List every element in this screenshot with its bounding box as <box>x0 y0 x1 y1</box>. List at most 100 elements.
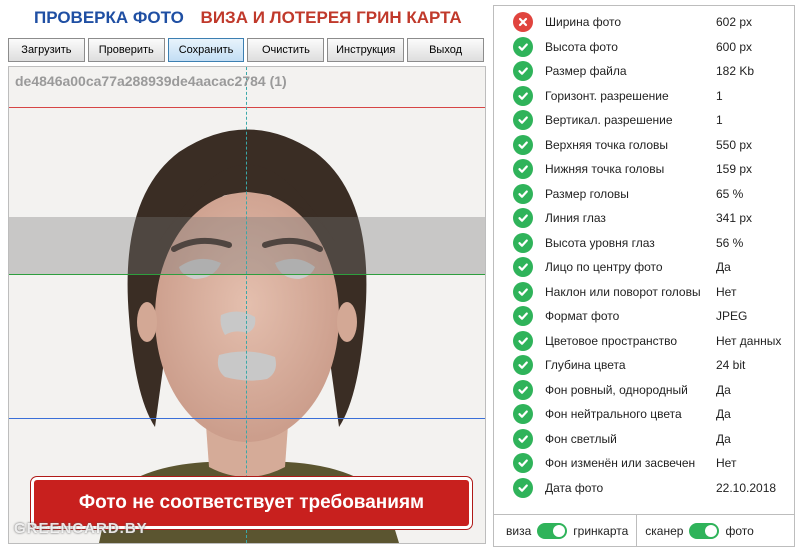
check-value: 182 Kb <box>716 64 755 79</box>
checkmark-icon <box>513 453 533 474</box>
checkmark-icon <box>513 477 533 498</box>
check-label: Лицо по центру фото <box>545 260 663 275</box>
toolbar: Загрузить Проверить Сохранить Очистить И… <box>8 38 484 62</box>
instructions-button[interactable]: Инструкция <box>327 38 405 62</box>
checkmark-icon <box>513 306 533 327</box>
checkmark-icon <box>513 110 533 131</box>
check-row: Горизонт. разрешение 1 <box>494 84 794 109</box>
center-line <box>246 67 247 543</box>
check-row: Линия глаз 341 px <box>494 206 794 231</box>
check-value: 602 px <box>716 15 753 30</box>
check-value: Да <box>716 407 731 422</box>
check-row: Ширина фото 602 px <box>494 10 794 35</box>
check-label: Верхняя точка головы <box>545 137 669 152</box>
portrait-photo <box>9 67 485 543</box>
check-row: Высота уровня глаз 56 % <box>494 231 794 256</box>
check-value: 159 px <box>716 162 753 177</box>
check-label: Нижняя точка головы <box>545 162 665 177</box>
eye-zone-band <box>9 217 485 275</box>
photo-filename: de4846a00ca77a288939de4aacac2784 (1) <box>15 73 287 89</box>
photo-panel: de4846a00ca77a288939de4aacac2784 (1) Фот… <box>8 66 486 544</box>
photo-label: фото <box>725 524 754 538</box>
checkmark-icon <box>513 379 533 400</box>
check-row: Цветовое пространство Нет данных <box>494 329 794 354</box>
check-button[interactable]: Проверить <box>87 38 165 62</box>
check-value: 550 px <box>716 137 753 152</box>
chin-line <box>9 418 485 419</box>
check-row: Наклон или поворот головы Нет <box>494 280 794 305</box>
check-label: Высота фото <box>545 39 618 54</box>
checkmark-icon <box>513 257 533 278</box>
check-label: Фон нейтрального цвета <box>545 407 682 422</box>
head-top-line <box>9 107 485 108</box>
check-row: Размер файла 182 Kb <box>494 59 794 84</box>
check-label: Цветовое пространство <box>545 333 678 348</box>
check-label: Ширина фото <box>545 15 622 30</box>
check-row: Лицо по центру фото Да <box>494 255 794 280</box>
check-label: Глубина цвета <box>545 358 626 373</box>
check-row: Верхняя точка головы 550 px <box>494 133 794 158</box>
checkmark-icon <box>513 183 533 204</box>
check-row: Высота фото 600 px <box>494 35 794 60</box>
eye-line <box>9 274 485 275</box>
check-row: Формат фото JPEG <box>494 304 794 329</box>
check-label: Вертикал. разрешение <box>545 113 673 128</box>
check-row: Глубина цвета 24 bit <box>494 353 794 378</box>
clear-button[interactable]: Очистить <box>247 38 325 62</box>
checkmark-icon <box>513 428 533 449</box>
checkmark-icon <box>513 355 533 376</box>
check-value: 56 % <box>716 235 744 250</box>
check-row: Фон нейтрального цвета Да <box>494 402 794 427</box>
check-value: 341 px <box>716 211 753 226</box>
app-title: ПРОВЕРКА ФОТО ВИЗА И ЛОТЕРЕЯ ГРИН КАРТА <box>34 8 462 28</box>
scanner-photo-toggle[interactable] <box>689 523 720 539</box>
visa-label: виза <box>506 524 532 538</box>
check-value: 600 px <box>716 39 753 54</box>
checkmark-icon <box>513 404 533 425</box>
check-value: Да <box>716 382 731 397</box>
exit-button[interactable]: Выход <box>407 38 484 62</box>
check-value: 24 bit <box>716 358 746 373</box>
checkmark-icon <box>513 36 533 57</box>
footer-divider <box>636 515 638 547</box>
title-visa-lottery: ВИЗА И ЛОТЕРЕЯ ГРИН КАРТА <box>200 8 462 27</box>
error-cross-icon <box>513 12 533 33</box>
check-row: Нижняя точка головы 159 px <box>494 157 794 182</box>
checkmark-icon <box>513 85 533 106</box>
check-row: Фон светлый Да <box>494 427 794 452</box>
check-label: Фон изменён или засвечен <box>545 456 696 471</box>
check-value: 1 <box>716 88 723 103</box>
check-value: 1 <box>716 113 723 128</box>
check-value: 22.10.2018 <box>716 480 777 495</box>
check-row: Фон изменён или засвечен Нет <box>494 451 794 476</box>
check-value: Нет <box>716 456 737 471</box>
check-row: Вертикал. разрешение 1 <box>494 108 794 133</box>
load-button[interactable]: Загрузить <box>8 38 85 62</box>
checkmark-icon <box>513 232 533 253</box>
check-row: Фон ровный, однородный Да <box>494 378 794 403</box>
check-row: Дата фото 22.10.2018 <box>494 476 794 501</box>
source-toggle-group: сканер фото <box>645 523 754 539</box>
visa-greencard-toggle[interactable] <box>537 523 568 539</box>
checkmark-icon <box>513 208 533 229</box>
site-watermark: GREENCARD.BY <box>14 520 148 537</box>
check-row: Размер головы 65 % <box>494 182 794 207</box>
check-value: Нет данных <box>716 333 782 348</box>
scanner-label: сканер <box>645 524 684 538</box>
mode-toggles-bar: виза гринкарта сканер фото <box>494 514 794 547</box>
check-label: Фон светлый <box>545 431 617 446</box>
check-label: Формат фото <box>545 309 620 324</box>
check-label: Высота уровня глаз <box>545 235 655 250</box>
check-label: Размер файла <box>545 64 627 79</box>
checkmark-icon <box>513 281 533 302</box>
check-label: Горизонт. разрешение <box>545 88 669 103</box>
save-button[interactable]: Сохранить <box>167 38 245 62</box>
greencard-label: гринкарта <box>573 524 629 538</box>
check-label: Линия глаз <box>545 211 606 226</box>
results-panel: Ширина фото 602 px Высота фото 600 px Ра… <box>493 5 795 547</box>
check-list: Ширина фото 602 px Высота фото 600 px Ра… <box>494 10 794 500</box>
check-value: Да <box>716 260 731 275</box>
check-label: Наклон или поворот головы <box>545 284 701 299</box>
check-label: Фон ровный, однородный <box>545 382 688 397</box>
checkmark-icon <box>513 159 533 180</box>
